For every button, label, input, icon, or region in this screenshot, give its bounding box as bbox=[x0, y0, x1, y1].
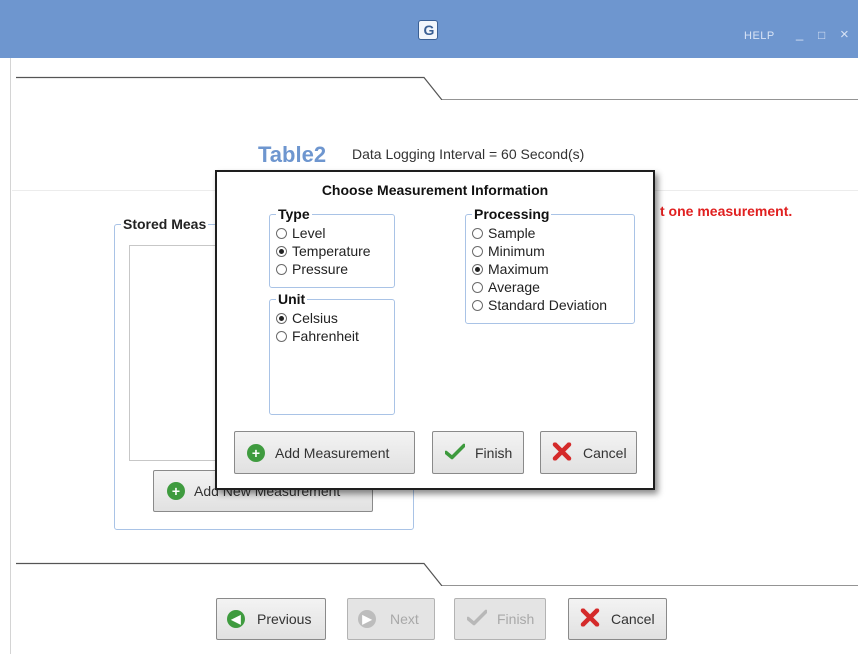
processing-option-label: Minimum bbox=[488, 243, 545, 259]
dialog-cancel-button[interactable]: Cancel bbox=[540, 431, 637, 474]
processing-option-label: Average bbox=[488, 279, 540, 295]
add-circle-icon: + bbox=[167, 482, 185, 500]
processing-option-minimum[interactable]: Minimum bbox=[472, 242, 545, 260]
processing-option-label: Maximum bbox=[488, 261, 549, 277]
processing-option-average[interactable]: Average bbox=[472, 278, 540, 296]
radio-unselected-icon[interactable] bbox=[276, 227, 287, 239]
unit-option-fahrenheit[interactable]: Fahrenheit bbox=[276, 327, 359, 345]
logging-interval-text: Data Logging Interval = 60 Second(s) bbox=[352, 146, 585, 162]
processing-option-label: Standard Deviation bbox=[488, 297, 608, 313]
radio-unselected-icon[interactable] bbox=[276, 263, 287, 275]
type-option-temperature[interactable]: Temperature bbox=[276, 242, 371, 260]
app-logo-icon: G bbox=[418, 20, 438, 40]
radio-selected-icon[interactable] bbox=[276, 312, 287, 324]
previous-button[interactable]: ◀ Previous bbox=[216, 598, 326, 640]
processing-option-maximum[interactable]: Maximum bbox=[472, 260, 549, 278]
choose-measurement-dialog: Choose Measurement Information Type Leve… bbox=[215, 170, 655, 490]
processing-option-label: Sample bbox=[488, 225, 536, 241]
type-option-pressure[interactable]: Pressure bbox=[276, 260, 348, 278]
close-icon[interactable]: × bbox=[840, 26, 849, 43]
next-button[interactable]: ▶ Next bbox=[347, 598, 435, 640]
help-link[interactable]: HELP bbox=[744, 30, 775, 42]
radio-selected-icon[interactable] bbox=[276, 245, 287, 257]
type-option-label: Pressure bbox=[292, 261, 349, 277]
dialog-finish-button[interactable]: Finish bbox=[432, 431, 524, 474]
type-option-level[interactable]: Level bbox=[276, 224, 325, 242]
finish-label: Finish bbox=[497, 611, 535, 627]
minimize-icon[interactable]: _ bbox=[796, 26, 803, 41]
top-separator bbox=[16, 76, 858, 100]
add-measurement-label: Add Measurement bbox=[275, 444, 390, 461]
cancel-x-icon bbox=[580, 608, 600, 630]
maximize-icon[interactable]: □ bbox=[818, 28, 825, 42]
processing-group: Processing Sample Minimum Maximum Averag… bbox=[465, 206, 635, 324]
next-label: Next bbox=[390, 611, 419, 627]
radio-selected-icon[interactable] bbox=[472, 263, 483, 275]
processing-option-sample[interactable]: Sample bbox=[472, 224, 535, 242]
type-group: Type Level Temperature Pressure bbox=[269, 206, 395, 288]
radio-unselected-icon[interactable] bbox=[472, 227, 483, 239]
radio-unselected-icon[interactable] bbox=[472, 299, 483, 311]
arrow-right-icon: ▶ bbox=[358, 610, 376, 628]
cancel-label: Cancel bbox=[611, 611, 655, 627]
radio-unselected-icon[interactable] bbox=[472, 245, 483, 257]
cancel-button[interactable]: Cancel bbox=[568, 598, 667, 640]
radio-unselected-icon[interactable] bbox=[472, 281, 483, 293]
add-circle-icon: + bbox=[247, 443, 265, 462]
dialog-title: Choose Measurement Information bbox=[321, 182, 549, 198]
arrow-left-icon: ◀ bbox=[227, 610, 245, 628]
unit-group: Unit Celsius Fahrenheit bbox=[269, 291, 395, 415]
radio-unselected-icon[interactable] bbox=[276, 330, 287, 342]
unit-option-label: Fahrenheit bbox=[292, 328, 359, 344]
title-bar: G HELP _ □ × bbox=[0, 0, 858, 58]
type-option-label: Temperature bbox=[292, 243, 371, 259]
dialog-cancel-label: Cancel bbox=[583, 444, 627, 461]
app-logo-glyph: G bbox=[423, 22, 435, 38]
bottom-separator bbox=[16, 562, 858, 586]
processing-group-legend: Processing bbox=[472, 206, 552, 222]
checkmark-icon bbox=[466, 609, 488, 629]
cancel-x-icon bbox=[552, 441, 572, 463]
processing-option-standard-deviation[interactable]: Standard Deviation bbox=[472, 296, 607, 314]
type-option-label: Level bbox=[292, 225, 326, 241]
stored-measurements-legend: Stored Meas bbox=[121, 216, 209, 232]
add-measurement-button[interactable]: + Add Measurement bbox=[234, 431, 415, 474]
unit-option-celsius[interactable]: Celsius bbox=[276, 309, 338, 327]
dialog-finish-label: Finish bbox=[475, 444, 513, 461]
warning-message: t one measurement. bbox=[660, 203, 793, 219]
type-group-legend: Type bbox=[276, 206, 312, 222]
checkmark-icon bbox=[444, 443, 466, 462]
previous-label: Previous bbox=[257, 611, 312, 627]
finish-button[interactable]: Finish bbox=[454, 598, 546, 640]
unit-group-legend: Unit bbox=[276, 291, 308, 307]
page-title: Table2 bbox=[258, 142, 327, 167]
unit-option-label: Celsius bbox=[292, 310, 338, 326]
